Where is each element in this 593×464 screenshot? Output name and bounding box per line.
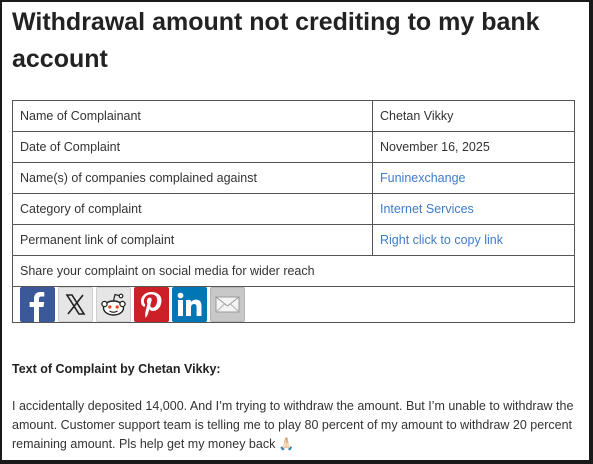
complaint-text-heading: Text of Complaint by Chetan Vikky: [12,362,221,376]
company-link[interactable]: Funinexchange [380,171,465,185]
email-share-button[interactable] [210,287,245,322]
complaint-text-body: I accidentally deposited 14,000. And I’m… [12,399,574,451]
linkedin-share-button[interactable] [172,287,207,322]
row-value-category: Internet Services [372,193,575,225]
table-row: Date of Complaint November 16, 2025 [12,131,575,163]
share-icons-row [12,286,575,323]
complaint-details-table: Name of Complainant Chetan Vikky Date of… [12,100,575,323]
row-value-complainant: Chetan Vikky [372,100,575,132]
reddit-icon [101,293,126,316]
page-frame: Withdrawal amount not crediting to my ba… [0,0,593,464]
facebook-share-button[interactable] [20,287,55,322]
row-value-permalink: Right click to copy link [372,224,575,256]
table-row: Category of complaint Internet Services [12,193,575,225]
row-label-category: Category of complaint [12,193,373,225]
row-label-companies: Name(s) of companies complained against [12,162,373,194]
table-row: Name(s) of companies complained against … [12,162,575,194]
permalink-link[interactable]: Right click to copy link [380,233,503,247]
facebook-icon [29,292,45,322]
reddit-share-button[interactable] [96,287,131,322]
table-row: Permanent link of complaint Right click … [12,224,575,256]
share-row: Share your complaint on social media for… [12,255,575,287]
pinterest-share-button[interactable] [134,287,169,322]
share-text: Share your complaint on social media for… [12,255,575,287]
page-title: Withdrawal amount not crediting to my ba… [12,8,540,73]
category-link[interactable]: Internet Services [380,202,474,216]
x-icon [65,294,86,315]
share-icons-cell [12,286,575,323]
email-icon [215,296,240,313]
linkedin-icon [177,292,202,316]
row-label-permalink: Permanent link of complaint [12,224,373,256]
row-label-date: Date of Complaint [12,131,373,163]
row-value-date: November 16, 2025 [372,131,575,163]
table-row: Name of Complainant Chetan Vikky [12,100,575,132]
row-value-companies: Funinexchange [372,162,575,194]
share-icons [20,287,574,322]
pinterest-icon [141,292,162,318]
x-share-button[interactable] [58,287,93,322]
row-label-complainant: Name of Complainant [12,100,373,132]
